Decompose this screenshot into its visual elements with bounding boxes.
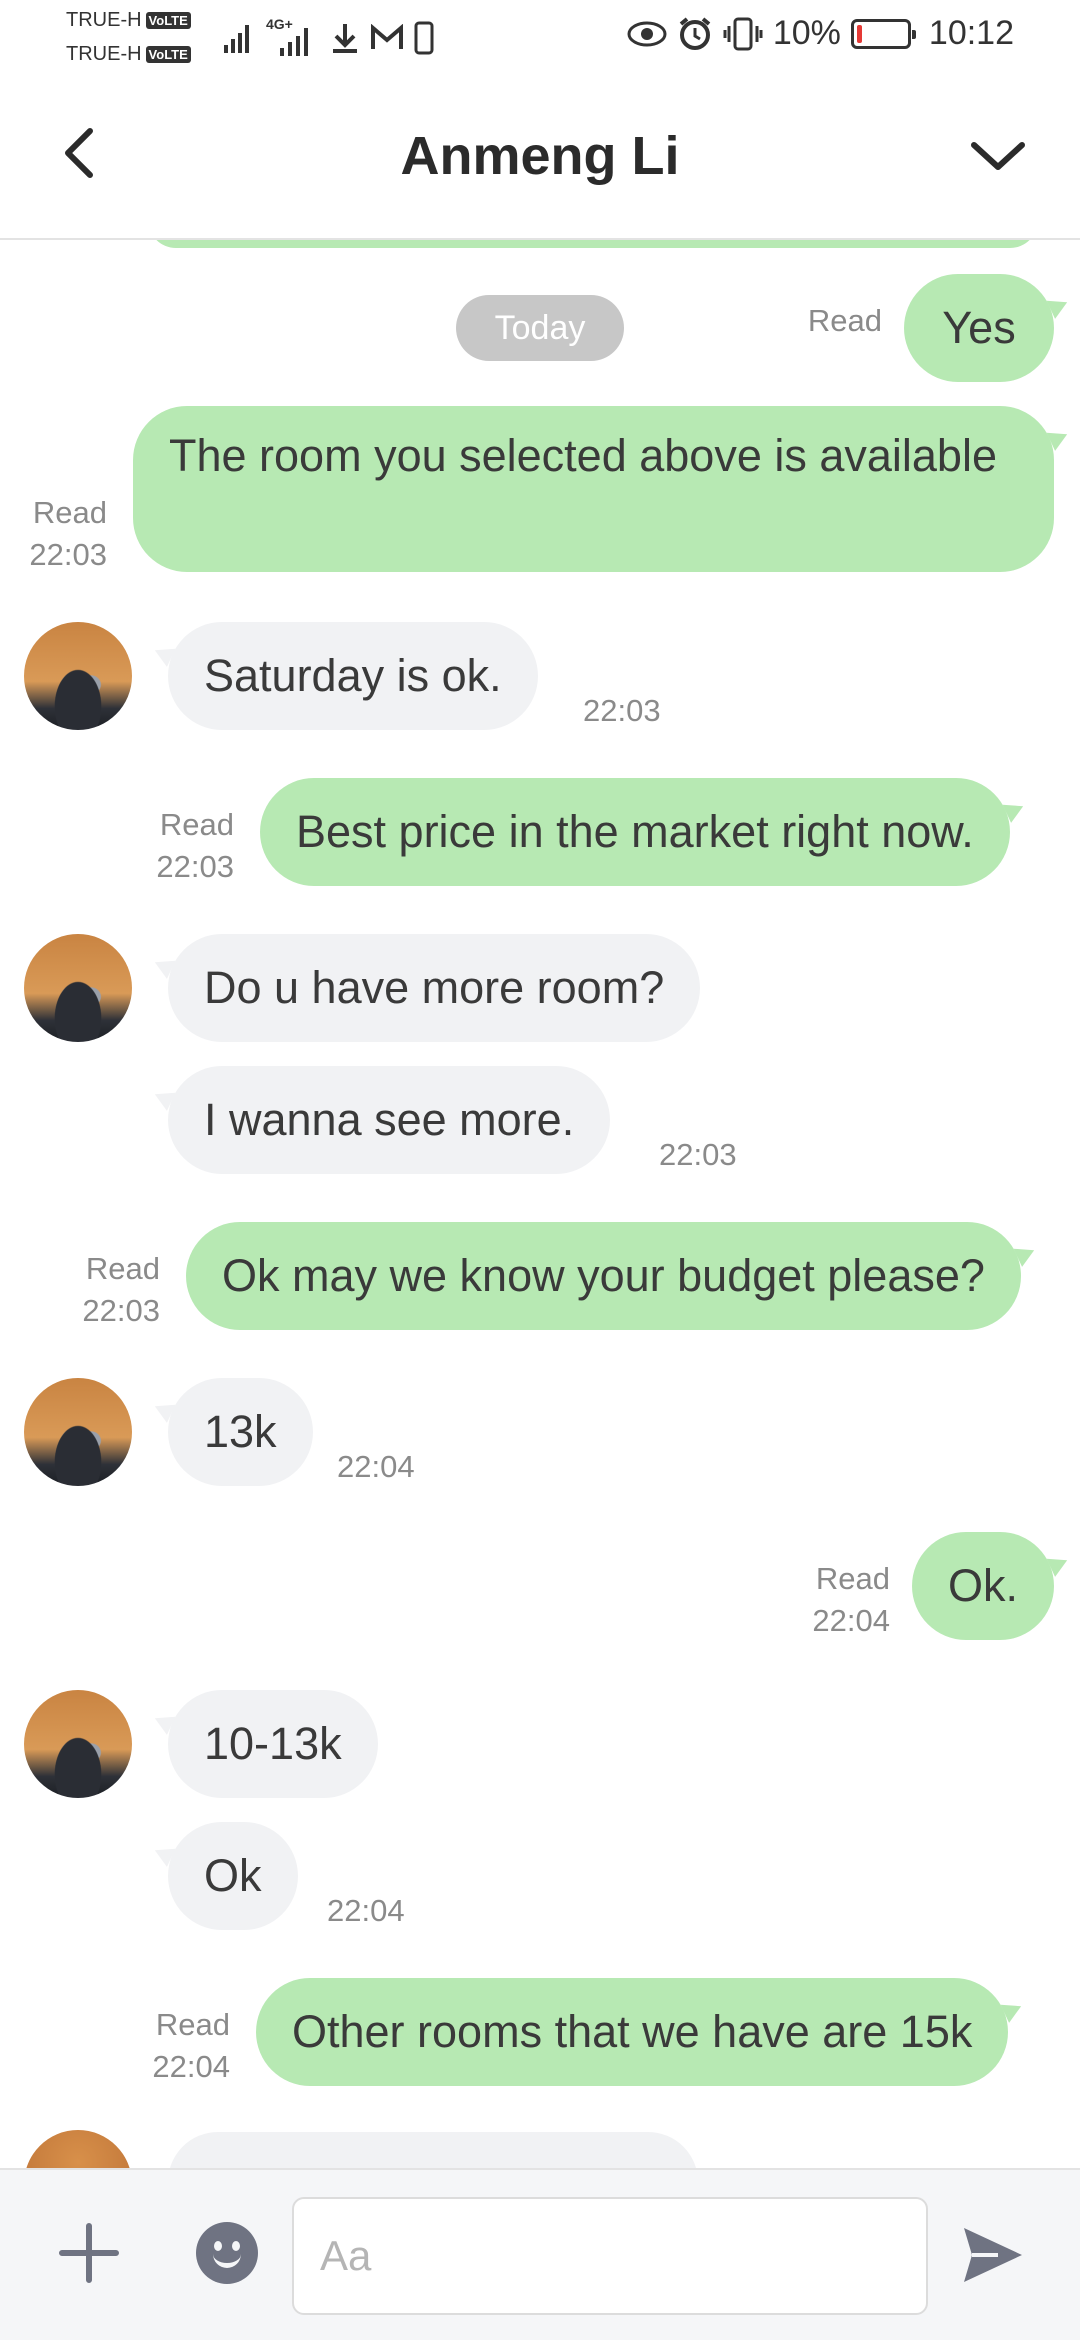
read-label: Read <box>815 1561 890 1596</box>
read-label: Read <box>155 2007 230 2042</box>
message-text: I wanna see more. <box>204 1094 575 1145</box>
read-label: Read <box>159 807 234 842</box>
message-bubble-incoming[interactable]: Saturday is ok. <box>168 622 538 730</box>
message-time: 22:04 <box>327 1893 405 1928</box>
read-receipt: Read 22:04 <box>152 2004 230 2088</box>
read-receipt: Read 22:04 <box>812 1558 890 1642</box>
message-bubble-outgoing[interactable]: Other rooms that we have are 15k <box>256 1978 1009 2086</box>
message-bubble-partial <box>148 240 1038 248</box>
message-time: 22:03 <box>583 693 661 728</box>
message-input[interactable] <box>292 2197 928 2315</box>
plus-icon[interactable] <box>54 2218 124 2288</box>
message-text: Ok may we know your budget please? <box>222 1250 985 1301</box>
read-receipt: Read 22:03 <box>82 1248 160 1332</box>
status-right-icons: 10% 10:12 <box>627 14 1014 53</box>
message-text: Best price in the market right now. <box>296 806 974 857</box>
message-bubble-outgoing[interactable]: Yes <box>904 274 1054 382</box>
read-label: Read <box>32 495 107 530</box>
eye-icon <box>627 21 667 46</box>
message-text: Yes <box>942 302 1016 353</box>
read-receipt: Read <box>808 300 882 342</box>
message-bubble-incoming[interactable]: 13k <box>168 1378 313 1486</box>
message-bubble-outgoing[interactable]: The room you selected above is available <box>133 406 1054 572</box>
download-icon <box>333 24 357 53</box>
avatar[interactable] <box>24 622 132 730</box>
carrier-1: TRUE-H VoLTE <box>66 9 191 32</box>
read-label: Read <box>807 303 882 338</box>
message-list[interactable]: Today Read Yes Read 22:03 The room you s… <box>0 240 1080 2168</box>
signal-icon <box>224 25 249 53</box>
send-icon[interactable] <box>960 2222 1026 2288</box>
message-text: Ok <box>204 1850 262 1901</box>
message-time: 22:04 <box>337 1449 415 1484</box>
message-text: 13k <box>204 1406 277 1457</box>
vibrate-icon <box>723 17 763 50</box>
message-bubble-incoming[interactable]: 10-13k <box>168 1690 378 1798</box>
alarm-icon <box>679 16 711 50</box>
read-label: Read <box>85 1251 160 1286</box>
network-signal: 4G+ <box>264 16 320 58</box>
message-text: Do u have more room? <box>204 962 665 1013</box>
read-receipt: Read 22:03 <box>156 804 234 888</box>
message-bubble-outgoing[interactable]: Ok. <box>912 1532 1054 1640</box>
message-bubble-incoming[interactable]: Ok <box>168 1822 298 1930</box>
avatar[interactable] <box>24 1690 132 1798</box>
status-bar: TRUE-H VoLTE TRUE-H VoLTE 4G+ 10% 10:12 <box>0 0 1080 75</box>
status-left-icons: 4G+ <box>222 16 434 58</box>
message-text: Other rooms that we have are 15k <box>292 2006 973 2057</box>
avatar[interactable] <box>24 2130 132 2168</box>
battery-icon <box>850 18 916 49</box>
composer-bar <box>0 2168 1080 2340</box>
signal-icon <box>280 28 308 56</box>
message-text: The room you selected above is available <box>169 430 997 481</box>
message-text: 10-13k <box>204 1718 342 1769</box>
carrier-1-label: TRUE-H <box>66 9 142 31</box>
carrier-2: TRUE-H VoLTE <box>66 43 191 66</box>
message-time: 22:04 <box>152 2049 230 2084</box>
clock: 10:12 <box>928 14 1014 52</box>
message-bubble-incoming[interactable]: I wanna see more. <box>168 1066 611 1174</box>
message-bubble-partial <box>168 2132 698 2168</box>
emoji-icon[interactable] <box>196 2222 258 2284</box>
message-text: Saturday is ok. <box>204 650 502 701</box>
page-title: Anmeng Li <box>400 126 680 186</box>
message-bubble-outgoing[interactable]: Best price in the market right now. <box>260 778 1010 886</box>
read-receipt: Read 22:03 <box>29 492 107 576</box>
volte-badge: VoLTE <box>145 12 191 29</box>
avatar[interactable] <box>24 1378 132 1486</box>
chevron-down-icon[interactable] <box>968 125 1028 185</box>
message-text: Ok. <box>947 1560 1018 1611</box>
carrier-2-label: TRUE-H <box>66 43 142 65</box>
avatar[interactable] <box>24 934 132 1042</box>
message-time: 22:03 <box>82 1293 160 1328</box>
volte-badge: VoLTE <box>145 46 191 63</box>
message-time: 22:03 <box>659 1137 737 1172</box>
phone-icon <box>414 21 434 55</box>
date-separator: Today <box>456 295 624 361</box>
chat-header: Anmeng Li <box>0 75 1080 240</box>
message-time: 22:04 <box>812 1603 890 1638</box>
battery-percent: 10% <box>772 14 841 52</box>
message-bubble-incoming[interactable]: Do u have more room? <box>168 934 701 1042</box>
message-time: 22:03 <box>156 849 234 884</box>
gmail-icon <box>371 24 403 49</box>
message-time: 22:03 <box>29 537 107 572</box>
message-bubble-outgoing[interactable]: Ok may we know your budget please? <box>186 1222 1021 1330</box>
